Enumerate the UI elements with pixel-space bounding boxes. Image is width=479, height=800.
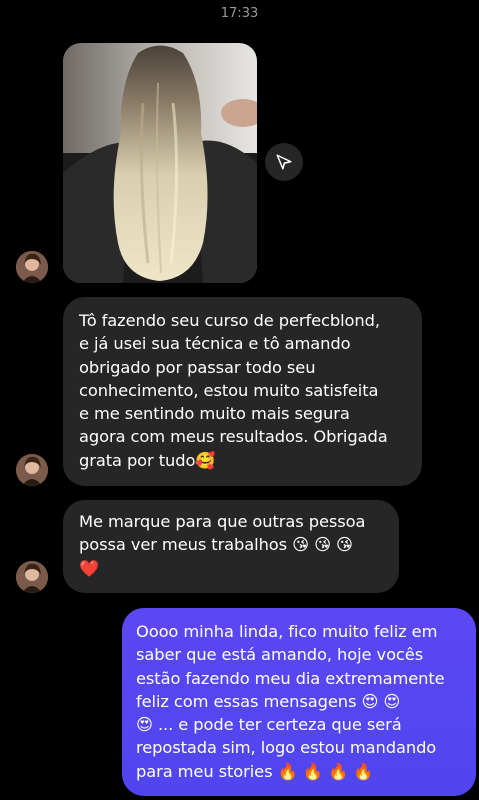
- avatar-image: [16, 454, 48, 486]
- message-line: para meu stories 🔥 🔥 🔥 🔥: [136, 761, 374, 781]
- sender-avatar[interactable]: [16, 251, 48, 283]
- incoming-message[interactable]: Me marque para que outras pessoa possa v…: [63, 500, 399, 593]
- avatar-image: [16, 251, 48, 283]
- sender-avatar[interactable]: [16, 454, 48, 486]
- message-line: saber que está amando, hoje vocês: [136, 645, 424, 665]
- message-line: e já usei sua técnica e tô amando: [79, 334, 351, 354]
- message-line: feliz com essas mensagens 😍 😍: [136, 691, 401, 711]
- hair-photo-image: [63, 43, 257, 283]
- message-line: obrigado por passar todo seu: [79, 357, 316, 377]
- message-line: Tô fazendo seu curso de perfecblond,: [79, 311, 380, 330]
- shared-photo[interactable]: [63, 43, 257, 283]
- message-line: conhecimento, estou muito satisfeita: [79, 380, 379, 400]
- paper-plane-icon: [276, 154, 292, 170]
- share-button[interactable]: [265, 143, 303, 181]
- sender-avatar[interactable]: [16, 561, 48, 593]
- outgoing-message[interactable]: Oooo minha linda, fico muito feliz em sa…: [122, 608, 476, 796]
- avatar-image: [16, 561, 48, 593]
- message-line: grata por tudo🥰: [79, 450, 216, 470]
- message-line: e me sentindo muito mais segura: [79, 404, 350, 424]
- incoming-message[interactable]: Tô fazendo seu curso de perfecblond, e j…: [63, 297, 422, 486]
- message-line: estão fazendo meu dia extremamente: [136, 668, 445, 688]
- message-line: ❤️: [79, 558, 100, 578]
- message-line: repostada sim, logo estou mandando: [136, 738, 437, 758]
- message-line: Me marque para que outras pessoa: [79, 512, 366, 531]
- message-line: agora com meus resultados. Obrigada: [79, 427, 388, 447]
- message-line: possa ver meus trabalhos 😘 😘 😘: [79, 535, 353, 555]
- message-line: Oooo minha linda, fico muito feliz em: [136, 622, 438, 641]
- message-line: 😍 ... e pode ter certeza que será: [136, 715, 402, 735]
- message-timestamp: 17:33: [220, 6, 259, 21]
